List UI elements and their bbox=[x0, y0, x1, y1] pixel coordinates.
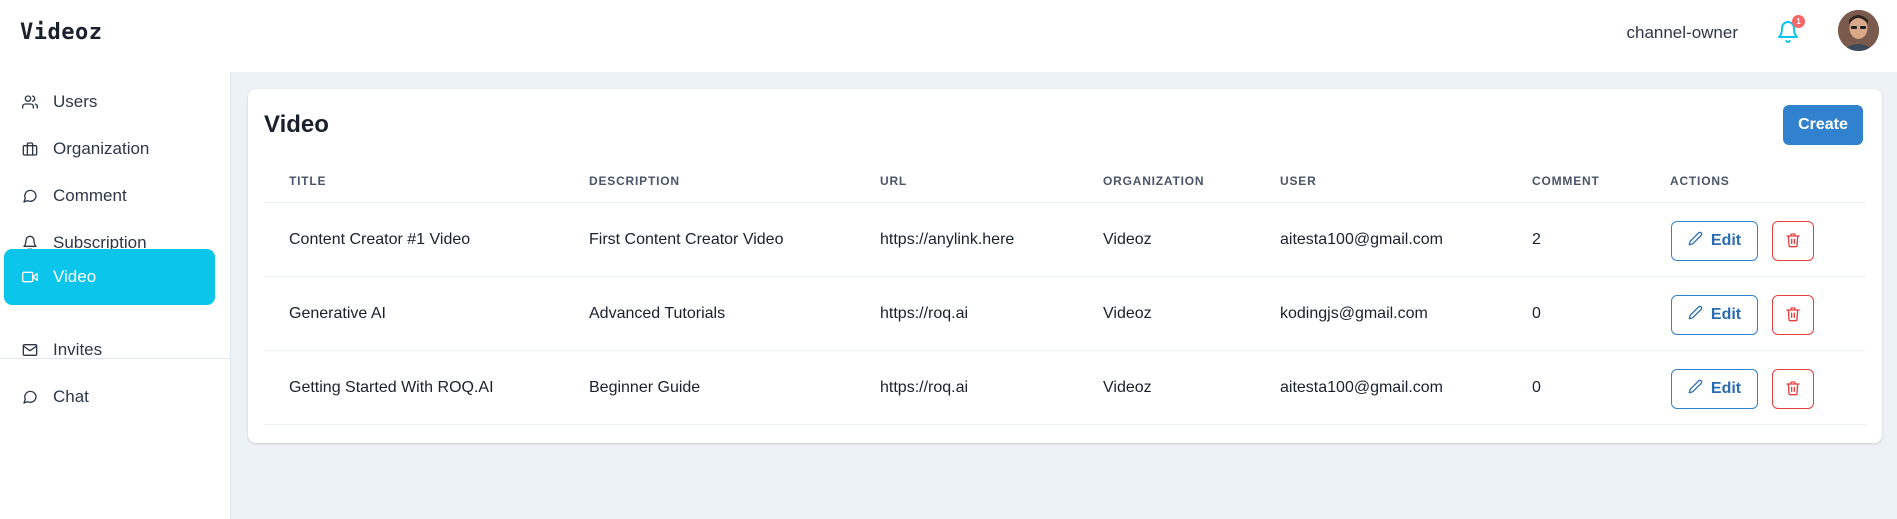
chat-bubble-icon bbox=[21, 187, 39, 205]
cell-title: Generative AI bbox=[289, 305, 386, 322]
edit-label: Edit bbox=[1710, 380, 1742, 397]
pencil-icon bbox=[1688, 231, 1703, 251]
cell-comment: 0 bbox=[1532, 305, 1541, 322]
sidebar-item-label: Organization bbox=[53, 139, 150, 158]
user-role-label: channel-owner bbox=[1626, 23, 1738, 42]
edit-button[interactable]: Edit bbox=[1671, 295, 1758, 335]
sidebar-item-label: Comment bbox=[53, 186, 127, 205]
edit-button[interactable]: Edit bbox=[1671, 221, 1758, 261]
cell-organization: Videoz bbox=[1103, 379, 1152, 396]
edit-button[interactable]: Edit bbox=[1671, 369, 1758, 409]
cell-url: https://anylink.here bbox=[880, 231, 1015, 248]
mail-icon bbox=[21, 341, 39, 359]
page-title: Video bbox=[264, 111, 329, 138]
cell-description: Advanced Tutorials bbox=[589, 305, 726, 322]
delete-button[interactable] bbox=[1772, 295, 1814, 335]
edit-label: Edit bbox=[1710, 232, 1742, 249]
delete-button[interactable] bbox=[1772, 221, 1814, 261]
create-button[interactable]: Create bbox=[1783, 105, 1863, 145]
cell-comment: 0 bbox=[1532, 379, 1541, 396]
table-row[interactable]: Generative AI Advanced Tutorials https:/… bbox=[264, 277, 1866, 351]
column-header-description[interactable]: DESCRIPTION bbox=[589, 174, 680, 188]
pencil-icon bbox=[1688, 379, 1703, 399]
delete-button[interactable] bbox=[1772, 369, 1814, 409]
edit-label: Edit bbox=[1710, 306, 1742, 323]
cell-title: Getting Started With ROQ.AI bbox=[289, 379, 494, 396]
briefcase-icon bbox=[21, 140, 39, 158]
top-header: Videoz channel-owner 1 bbox=[0, 0, 1897, 72]
column-header-user[interactable]: USER bbox=[1280, 174, 1317, 188]
sidebar-item-chat[interactable]: Chat bbox=[4, 369, 215, 425]
trash-icon bbox=[1785, 380, 1801, 399]
pencil-icon bbox=[1688, 305, 1703, 325]
sidebar-item-label: Chat bbox=[53, 387, 89, 406]
sidebar: Users Organization Comment Subscription … bbox=[0, 72, 231, 519]
trash-icon bbox=[1785, 232, 1801, 251]
sidebar-item-label: Video bbox=[53, 267, 97, 286]
column-header-organization[interactable]: ORGANIZATION bbox=[1103, 174, 1204, 188]
cell-description: Beginner Guide bbox=[589, 379, 701, 396]
sidebar-item-label: Invites bbox=[53, 340, 103, 359]
sidebar-item-label: Users bbox=[53, 92, 98, 111]
cell-description: First Content Creator Video bbox=[589, 231, 784, 248]
user-avatar[interactable] bbox=[1838, 10, 1879, 51]
table-header: TITLE DESCRIPTION URL ORGANIZATION USER … bbox=[264, 157, 1866, 203]
cell-user: aitesta100@gmail.com bbox=[1280, 379, 1443, 396]
users-icon bbox=[21, 93, 39, 111]
cell-url: https://roq.ai bbox=[880, 305, 969, 322]
video-table-card: Video Create TITLE DESCRIPTION URL ORGAN… bbox=[248, 89, 1882, 443]
main-content: Video Create TITLE DESCRIPTION URL ORGAN… bbox=[231, 72, 1897, 519]
trash-icon bbox=[1785, 306, 1801, 325]
sidebar-item-video[interactable]: Video bbox=[4, 249, 215, 305]
column-header-comment[interactable]: COMMENT bbox=[1532, 174, 1600, 188]
video-camera-icon bbox=[21, 268, 39, 286]
cell-comment: 2 bbox=[1532, 231, 1541, 248]
cell-organization: Videoz bbox=[1103, 231, 1152, 248]
cell-url: https://roq.ai bbox=[880, 379, 969, 396]
table-row[interactable]: Getting Started With ROQ.AI Beginner Gui… bbox=[264, 351, 1866, 425]
table-row[interactable]: Content Creator #1 Video First Content C… bbox=[264, 203, 1866, 277]
notification-count-badge: 1 bbox=[1792, 15, 1805, 28]
cell-organization: Videoz bbox=[1103, 305, 1152, 322]
app-logo[interactable]: Videoz bbox=[20, 20, 102, 45]
cell-title: Content Creator #1 Video bbox=[289, 231, 471, 248]
column-header-url[interactable]: URL bbox=[880, 174, 907, 188]
column-header-title[interactable]: TITLE bbox=[289, 174, 326, 188]
chat-bubble-icon bbox=[21, 388, 39, 406]
column-header-actions: ACTIONS bbox=[1670, 174, 1730, 188]
cell-user: kodingjs@gmail.com bbox=[1280, 305, 1428, 322]
cell-user: aitesta100@gmail.com bbox=[1280, 231, 1443, 248]
